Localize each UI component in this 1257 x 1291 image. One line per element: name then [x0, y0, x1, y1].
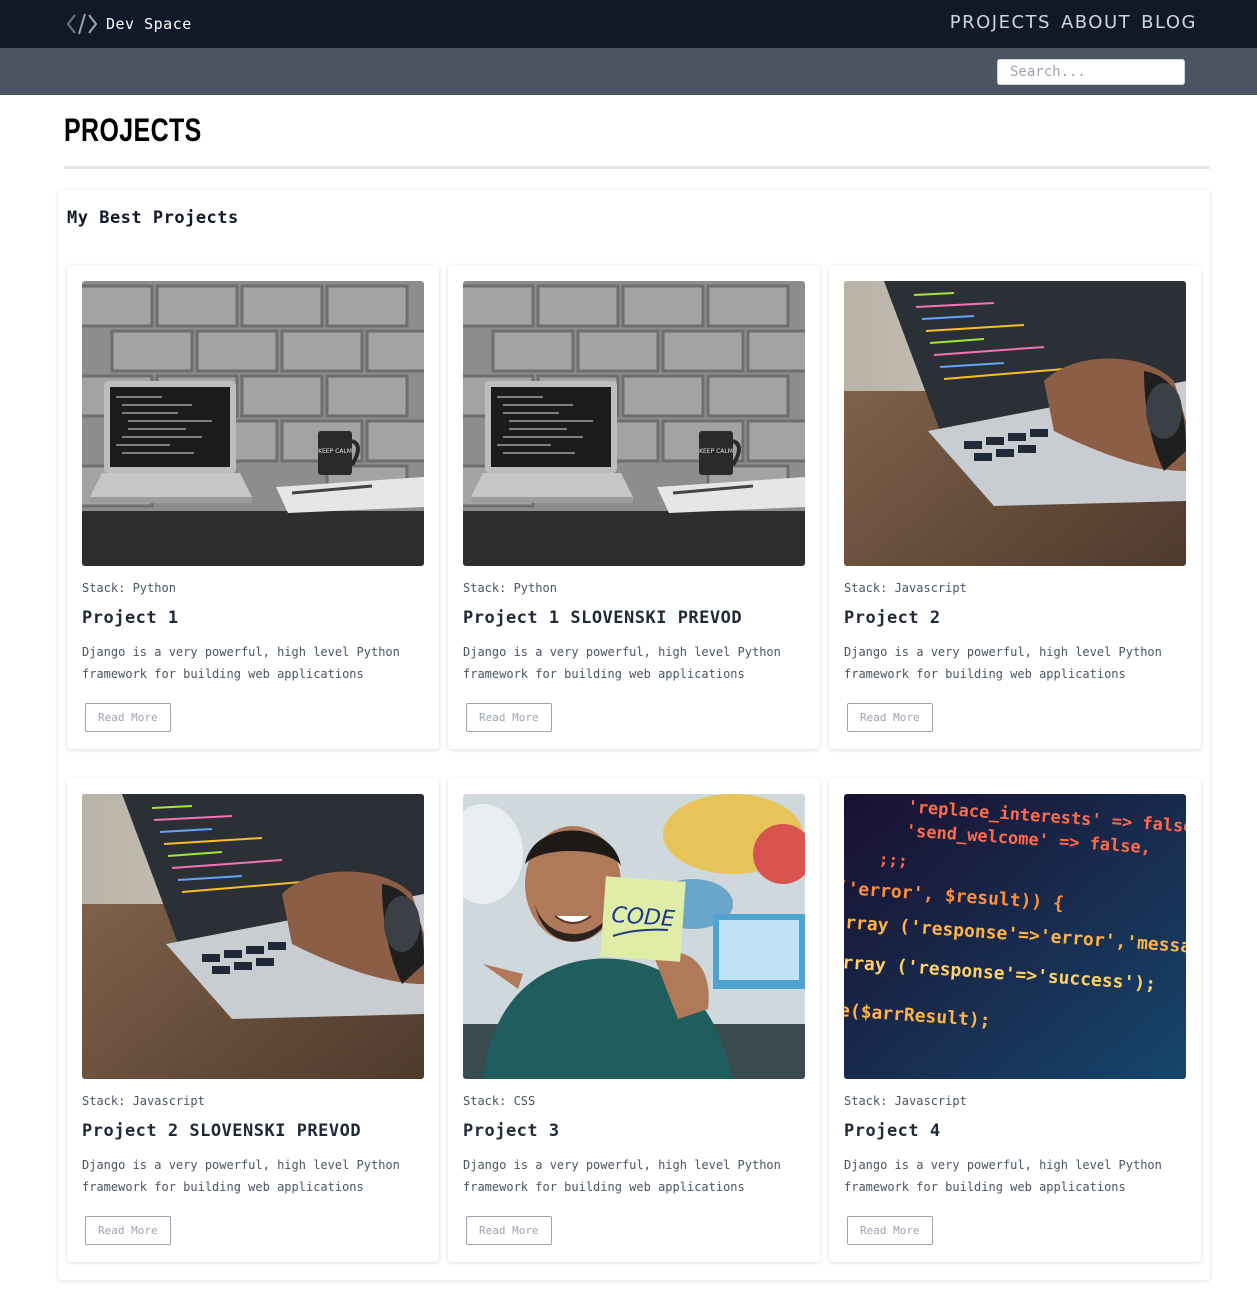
- hand-typing-laptop-image[interactable]: [82, 794, 424, 1079]
- svg-text:KEEP CALM: KEEP CALM: [699, 448, 733, 455]
- card-stack-label: Stack: Javascript: [844, 1094, 967, 1108]
- top-navbar: Dev Space PROJECTS ABOUT BLOG: [0, 0, 1257, 48]
- section-heading: My Best Projects: [67, 208, 239, 228]
- card-title[interactable]: Project 2: [844, 608, 941, 628]
- main-nav: PROJECTS ABOUT BLOG: [950, 12, 1197, 33]
- card-description: Django is a very powerful, high level Py…: [82, 1158, 400, 1194]
- project-card: Stack: Javascript Project 2 Django is a …: [829, 265, 1201, 749]
- page-title: PROJECTS: [64, 112, 202, 148]
- man-holding-code-note-image[interactable]: CODE: [463, 794, 805, 1079]
- card-title[interactable]: Project 3: [463, 1121, 560, 1141]
- svg-text:KEEP CALM: KEEP CALM: [318, 448, 352, 455]
- card-title[interactable]: Project 1: [82, 608, 179, 628]
- nav-link-blog[interactable]: BLOG: [1141, 12, 1197, 33]
- project-card: 'replace_interests' => false, 'send_welc…: [829, 778, 1201, 1262]
- project-card: CODE Stack: CSS Project 3 Django is a ve…: [448, 778, 820, 1262]
- brand-name: Dev Space: [106, 15, 192, 33]
- card-title[interactable]: Project 1 SLOVENSKI PREVOD: [463, 608, 742, 628]
- title-divider: [64, 166, 1210, 169]
- read-more-button[interactable]: Read More: [847, 1216, 933, 1245]
- read-more-button[interactable]: Read More: [466, 703, 552, 732]
- nav-link-projects[interactable]: PROJECTS: [950, 12, 1051, 33]
- card-stack-label: Stack: Python: [82, 581, 176, 595]
- code-screen-closeup-image[interactable]: 'replace_interests' => false, 'send_welc…: [844, 794, 1186, 1079]
- read-more-button[interactable]: Read More: [85, 1216, 171, 1245]
- projects-panel: My Best Projects KEEP CALM Stack: Python…: [58, 190, 1210, 1280]
- card-stack-label: Stack: CSS: [463, 1094, 536, 1108]
- card-title[interactable]: Project 4: [844, 1121, 941, 1141]
- project-card: KEEP CALM Stack: Python Project 1 SLOVEN…: [448, 265, 820, 749]
- brand-logo[interactable]: Dev Space: [66, 12, 192, 36]
- card-description: Django is a very powerful, high level Py…: [844, 1158, 1162, 1194]
- read-more-button[interactable]: Read More: [466, 1216, 552, 1245]
- card-description: Django is a very powerful, high level Py…: [844, 645, 1162, 681]
- laptop-brick-wall-image[interactable]: KEEP CALM: [463, 281, 805, 566]
- card-description: Django is a very powerful, high level Py…: [463, 645, 781, 681]
- read-more-button[interactable]: Read More: [847, 703, 933, 732]
- card-stack-label: Stack: Javascript: [82, 1094, 205, 1108]
- svg-text:;;;: ;;;: [878, 849, 908, 870]
- code-brackets-icon: [66, 13, 98, 35]
- project-card: Stack: Javascript Project 2 SLOVENSKI PR…: [67, 778, 439, 1262]
- search-strip: [0, 48, 1257, 95]
- card-description: Django is a very powerful, high level Py…: [82, 645, 400, 681]
- nav-link-about[interactable]: ABOUT: [1061, 12, 1131, 33]
- card-stack-label: Stack: Python: [463, 581, 557, 595]
- svg-text:CODE: CODE: [611, 903, 676, 932]
- card-title[interactable]: Project 2 SLOVENSKI PREVOD: [82, 1121, 361, 1141]
- card-description: Django is a very powerful, high level Py…: [463, 1158, 781, 1194]
- hand-typing-laptop-image[interactable]: [844, 281, 1186, 566]
- laptop-brick-wall-image[interactable]: KEEP CALM: [82, 281, 424, 566]
- card-stack-label: Stack: Javascript: [844, 581, 967, 595]
- project-card: KEEP CALM Stack: Python Project 1 Django…: [67, 265, 439, 749]
- read-more-button[interactable]: Read More: [85, 703, 171, 732]
- search-input[interactable]: [997, 59, 1185, 85]
